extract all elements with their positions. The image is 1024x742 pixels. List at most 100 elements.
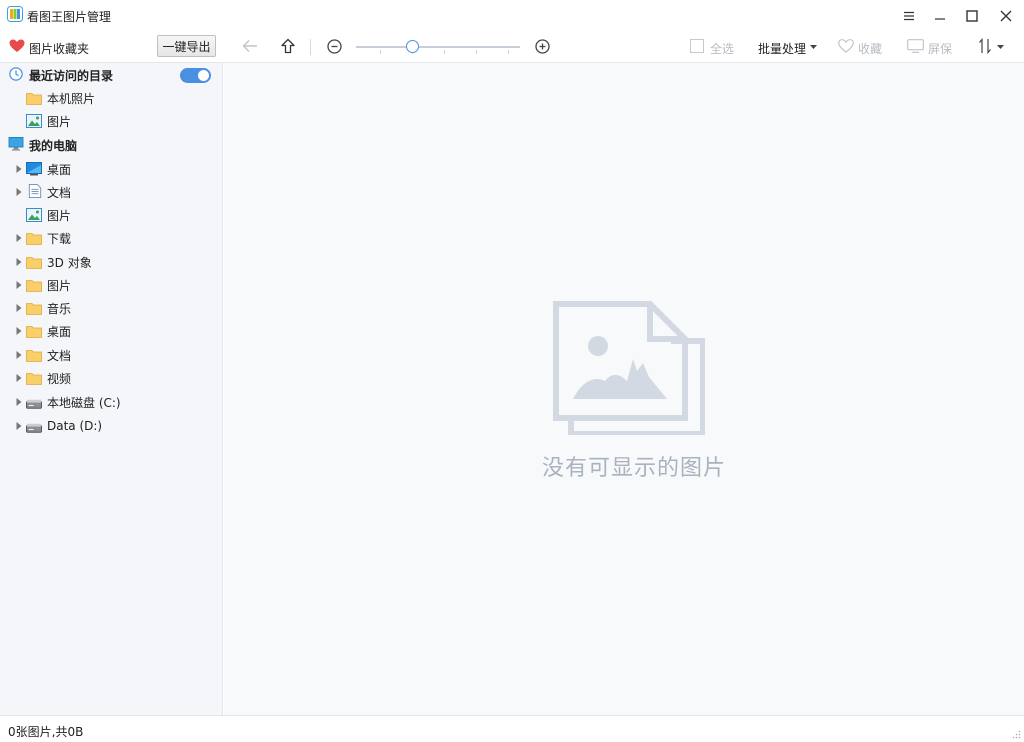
maximize-icon [966, 9, 978, 22]
recent-item-label: 本机照片 [47, 91, 96, 106]
computer-item-label: 桌面 [47, 324, 72, 339]
close-icon [1000, 10, 1012, 21]
toolbar: 图片收藏夹 一键导出 全选 批量处理 收藏 屏保 [0, 31, 1024, 63]
computer-item[interactable]: 文档 [0, 181, 222, 203]
heart-outline-icon[interactable] [838, 39, 854, 53]
computer-item[interactable]: 本地磁盘 (C:) [0, 391, 222, 413]
select-all-checkbox[interactable] [690, 39, 704, 53]
recent-item-label: 图片 [47, 114, 72, 129]
computer-item[interactable]: 图片 [0, 204, 222, 226]
expand-arrow-icon[interactable] [16, 422, 22, 430]
computer-item[interactable]: 文档 [0, 344, 222, 366]
zoom-out-icon[interactable] [327, 39, 342, 54]
window-title: 看图王图片管理 [27, 10, 112, 24]
recent-dirs-label: 最近访问的目录 [29, 68, 114, 83]
my-computer-label: 我的电脑 [29, 138, 78, 153]
recent-dirs-header[interactable]: 最近访问的目录 [0, 64, 222, 86]
recent-item[interactable]: 本机照片 [0, 87, 222, 109]
status-text: 0张图片,共0B [8, 725, 84, 739]
sort-icon[interactable] [978, 38, 992, 54]
computer-item-label: 桌面 [47, 162, 72, 177]
drive-icon [26, 399, 42, 409]
collect-label[interactable]: 收藏 [858, 40, 882, 57]
document-icon [28, 184, 42, 198]
computer-item[interactable]: 桌面 [0, 320, 222, 342]
expand-arrow-icon[interactable] [16, 281, 22, 289]
expand-arrow-icon[interactable] [16, 234, 22, 242]
computer-item[interactable]: Data (D:) [0, 415, 222, 437]
computer-item-label: 文档 [47, 348, 72, 363]
desktop-icon [26, 162, 42, 176]
computer-item-label: 图片 [47, 208, 72, 223]
folder-icon [26, 350, 42, 362]
menu-icon [904, 11, 914, 20]
image-grid-area[interactable]: 没有可显示的图片 [224, 63, 1024, 715]
slider-tick [476, 50, 477, 54]
expand-arrow-icon[interactable] [16, 188, 22, 196]
zoom-slider-track[interactable] [356, 46, 520, 48]
computer-item[interactable]: 图片 [0, 274, 222, 296]
minimize-button[interactable] [923, 0, 957, 31]
one-click-export-button[interactable]: 一键导出 [157, 35, 216, 57]
computer-item-label: 文档 [47, 185, 72, 200]
monitor-icon[interactable] [907, 39, 924, 53]
computer-item[interactable]: 视频 [0, 367, 222, 389]
chevron-down-icon[interactable] [997, 45, 1004, 49]
menu-button[interactable] [892, 0, 926, 31]
computer-item[interactable]: 音乐 [0, 297, 222, 319]
resize-grip-icon[interactable] [1012, 730, 1021, 739]
heart-icon[interactable] [9, 39, 25, 53]
expand-arrow-icon[interactable] [16, 351, 22, 359]
expand-arrow-icon[interactable] [16, 304, 22, 312]
slider-tick [508, 50, 509, 54]
batch-process-menu[interactable]: 批量处理 [758, 40, 806, 57]
computer-icon [8, 137, 24, 151]
my-computer-header[interactable]: 我的电脑 [0, 134, 222, 156]
computer-item-label: 本地磁盘 (C:) [47, 395, 121, 410]
expand-arrow-icon[interactable] [16, 327, 22, 335]
minimize-icon [935, 17, 945, 20]
chevron-down-icon[interactable] [810, 45, 817, 49]
expand-arrow-icon[interactable] [16, 398, 22, 406]
folder-icon [26, 233, 42, 245]
computer-item-label: 3D 对象 [47, 255, 92, 270]
folder-icon [26, 280, 42, 292]
empty-image-placeholder-icon [553, 301, 705, 435]
folder-icon [26, 303, 42, 315]
up-arrow-icon[interactable] [280, 38, 296, 54]
computer-item[interactable]: 3D 对象 [0, 251, 222, 273]
select-all-label[interactable]: 全选 [710, 40, 734, 57]
folder-icon [26, 326, 42, 338]
computer-item-label: 视频 [47, 371, 72, 386]
maximize-button[interactable] [955, 0, 989, 31]
expand-arrow-icon[interactable] [16, 374, 22, 382]
computer-item[interactable]: 桌面 [0, 158, 222, 180]
app-logo-icon [7, 6, 23, 22]
folder-icon [26, 93, 42, 105]
folder-icon [26, 373, 42, 385]
expand-arrow-icon[interactable] [16, 258, 22, 266]
close-button[interactable] [989, 0, 1023, 31]
status-bar: 0张图片,共0B [0, 715, 1024, 742]
expand-arrow-icon[interactable] [16, 165, 22, 173]
slider-tick [380, 50, 381, 54]
slider-tick [444, 50, 445, 54]
computer-item-label: Data (D:) [47, 419, 103, 433]
zoom-slider-thumb[interactable] [406, 40, 419, 53]
computer-item[interactable]: 下载 [0, 227, 222, 249]
computer-item-label: 图片 [47, 278, 72, 293]
computer-item-label: 下载 [47, 231, 72, 246]
zoom-in-icon[interactable] [535, 39, 550, 54]
image-icon [26, 208, 42, 222]
recent-dirs-toggle[interactable] [180, 68, 211, 83]
back-arrow-icon[interactable] [242, 39, 258, 53]
sidebar: 最近访问的目录 本机照片 图片 我的电脑 桌面 文档 图片 下载 3D 对象 图… [0, 63, 223, 715]
folder-icon [26, 257, 42, 269]
empty-message: 没有可显示的图片 [541, 456, 726, 481]
image-icon [26, 114, 42, 128]
favorites-label[interactable]: 图片收藏夹 [29, 40, 89, 57]
title-bar: 看图王图片管理 [0, 0, 1024, 31]
recent-item[interactable]: 图片 [0, 110, 222, 132]
toolbar-divider [310, 39, 311, 55]
screensaver-label[interactable]: 屏保 [928, 40, 952, 57]
